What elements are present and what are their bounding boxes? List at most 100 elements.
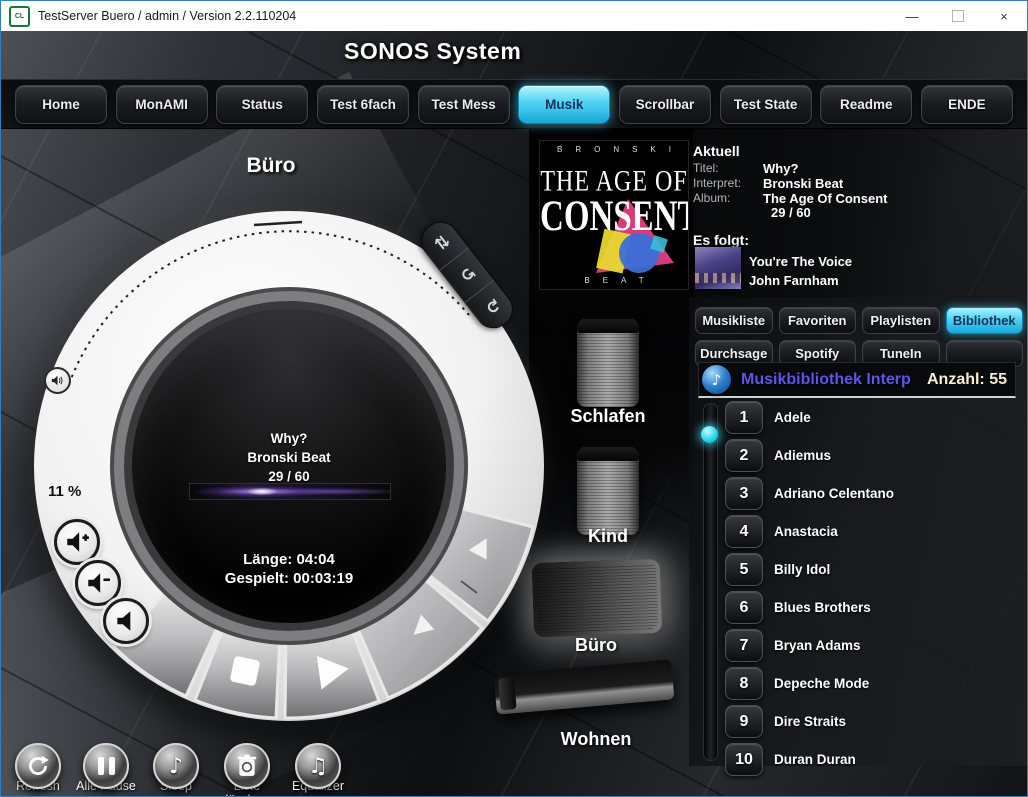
item-number: 6 <box>725 591 763 624</box>
item-number: 2 <box>725 439 763 472</box>
album-art: BRONSKI THE AGE OF CONSENT BEAT <box>539 140 689 290</box>
item-number: 7 <box>725 629 763 662</box>
volume-position-indicator[interactable] <box>44 367 71 394</box>
scrollbar-thumb[interactable] <box>701 426 718 443</box>
clear-list-button[interactable]: Liste löschen <box>212 743 282 797</box>
nav-monami[interactable]: MonAMI <box>116 85 208 124</box>
track-played: Gespielt: 00:03:19 <box>139 570 439 587</box>
tab-playlisten[interactable]: Playlisten <box>862 307 940 334</box>
equalizer-notes-icon: ♫ <box>308 754 328 779</box>
album-label: Album: <box>693 191 763 206</box>
title-value: Why? <box>763 161 798 176</box>
list-item[interactable]: 7 Bryan Adams <box>725 629 1025 662</box>
volume-up-button[interactable] <box>54 519 100 565</box>
item-number: 8 <box>725 667 763 700</box>
nav-musik[interactable]: Musik <box>518 85 610 124</box>
item-number: 10 <box>725 743 763 776</box>
library-title: Musikbibliothek Interp <box>741 371 911 389</box>
progress-bar[interactable] <box>189 483 391 500</box>
item-name: Bryan Adams <box>774 638 861 653</box>
music-note-icon: ♪ <box>702 365 731 394</box>
zone-speaker-schlafen[interactable] <box>577 319 639 407</box>
item-name: Adele <box>774 410 811 425</box>
refresh-button[interactable]: Refresh <box>3 743 73 793</box>
item-number: 5 <box>725 553 763 586</box>
track-length: Länge: 04:04 <box>139 551 439 568</box>
minimize-button[interactable]: — <box>889 1 935 31</box>
pause-all-button[interactable]: Alle Pause <box>71 743 141 793</box>
title-label: Titel: <box>693 161 763 176</box>
track-position: 29 / 60 <box>139 469 439 484</box>
library-count: Anzahl: 55 <box>927 371 1007 389</box>
list-item[interactable]: 2 Adiemus <box>725 439 1025 472</box>
list-item[interactable]: 4 Anastacia <box>725 515 1025 548</box>
nav-scrollbar[interactable]: Scrollbar <box>619 85 711 124</box>
album-value: The Age Of Consent <box>763 191 887 206</box>
zone-label-wohnen: Wohnen <box>536 729 656 750</box>
next-title: You're The Voice <box>749 254 852 269</box>
item-name: Adiemus <box>774 448 831 463</box>
interpret-value: Bronski Beat <box>763 176 843 191</box>
window-title: TestServer Buero / admin / Version 2.2.1… <box>38 9 296 23</box>
zone-speaker-kind[interactable] <box>577 447 639 535</box>
item-name: Billy Idol <box>774 562 830 577</box>
music-note-icon: ♪ <box>169 754 183 779</box>
equalizer-button[interactable]: ♫ Equalizer <box>283 743 353 793</box>
item-name: Dire Straits <box>774 714 846 729</box>
volume-percent: 11 % <box>48 483 81 500</box>
list-item[interactable]: 3 Adriano Celentano <box>725 477 1025 510</box>
app-icon: CL <box>9 6 30 27</box>
main-nav: Home MonAMI Status Test 6fach Test Mess … <box>1 79 1027 129</box>
volume-down-button[interactable] <box>75 560 121 606</box>
zone-name: Büro <box>201 154 341 178</box>
source-tabs: Musikliste Favoriten Playlisten Biblioth… <box>695 307 1023 367</box>
list-item[interactable]: 6 Blues Brothers <box>725 591 1025 624</box>
nav-ende[interactable]: ENDE <box>921 85 1013 124</box>
refresh-icon <box>25 753 51 779</box>
list-item[interactable]: 1 Adele <box>725 401 1025 434</box>
mute-button[interactable] <box>103 598 149 644</box>
next-heading: Es folgt: <box>693 232 749 248</box>
list-item[interactable]: 10 Duran Duran <box>725 743 1025 776</box>
nav-home[interactable]: Home <box>15 85 107 124</box>
now-playing-heading: Aktuell <box>693 143 740 159</box>
zone-label-kind: Kind <box>548 526 668 547</box>
nav-readme[interactable]: Readme <box>820 85 912 124</box>
list-item[interactable]: 5 Billy Idol <box>725 553 1025 586</box>
item-name: Blues Brothers <box>774 600 871 615</box>
nav-test-state[interactable]: Test State <box>720 85 812 124</box>
library-header: ♪ Musikbibliothek Interp Anzahl: 55 <box>698 362 1016 398</box>
sleep-button[interactable]: ♪ Sleep <box>141 743 211 793</box>
pause-icon <box>98 757 115 775</box>
next-album-art <box>695 247 741 289</box>
nav-status[interactable]: Status <box>216 85 308 124</box>
tab-favoriten[interactable]: Favoriten <box>779 307 857 334</box>
item-name: Adriano Celentano <box>774 486 894 501</box>
queue-position: 29 / 60 <box>771 205 811 220</box>
item-number: 3 <box>725 477 763 510</box>
close-button[interactable]: × <box>981 1 1027 31</box>
speaker-icon <box>51 374 64 387</box>
item-number: 9 <box>725 705 763 738</box>
item-number: 4 <box>725 515 763 548</box>
volume-down-icon <box>85 570 111 596</box>
tab-musikliste[interactable]: Musikliste <box>695 307 773 334</box>
item-name: Anastacia <box>774 524 838 539</box>
list-item[interactable]: 8 Depeche Mode <box>725 667 1025 700</box>
item-number: 1 <box>725 401 763 434</box>
nav-test-6fach[interactable]: Test 6fach <box>317 85 409 124</box>
scale-major-tick <box>254 222 302 225</box>
list-scrollbar[interactable] <box>703 403 718 761</box>
maximize-button[interactable] <box>935 1 981 31</box>
cover-title-line2: CONSENT <box>540 193 688 241</box>
nav-test-mess[interactable]: Test Mess <box>418 85 510 124</box>
maximize-icon <box>952 10 964 22</box>
zone-speaker-buero[interactable] <box>532 559 663 637</box>
titlebar: CL TestServer Buero / admin / Version 2.… <box>1 1 1027 31</box>
list-item[interactable]: 9 Dire Straits <box>725 705 1025 738</box>
artist-list: 1 Adele 2 Adiemus 3 Adriano Celentano 4 … <box>725 401 1025 781</box>
item-name: Depeche Mode <box>774 676 869 691</box>
tab-bibliothek[interactable]: Bibliothek <box>946 307 1024 334</box>
mute-icon <box>113 608 139 634</box>
track-title: Why? <box>139 431 439 446</box>
